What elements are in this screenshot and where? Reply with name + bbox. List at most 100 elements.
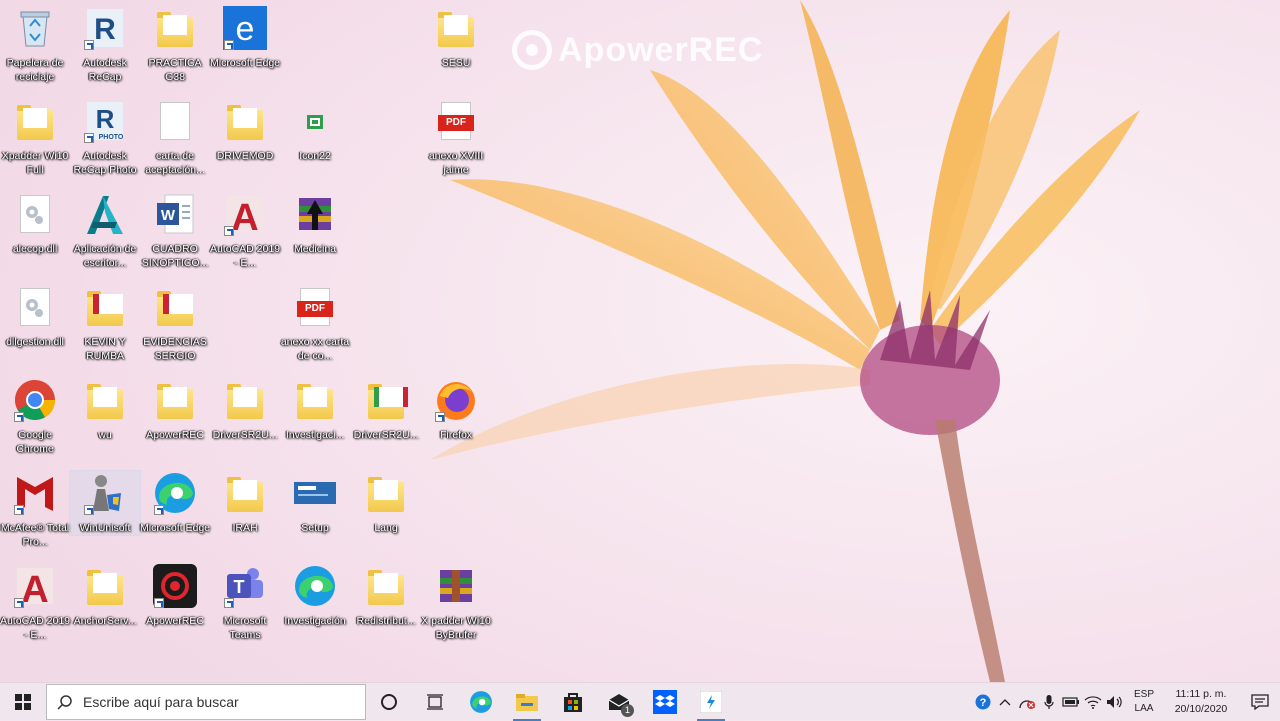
document-icon	[153, 99, 197, 143]
language-code: ESP	[1133, 688, 1154, 700]
desktop-icon-investigaci[interactable]: Investigaci...	[280, 378, 350, 442]
desktop-icon-microsoft-edge[interactable]: Microsoft Edge	[140, 471, 210, 535]
svg-text:T: T	[234, 577, 245, 597]
file-explorer-icon	[516, 693, 538, 711]
desktop-icon-autodesk-recap[interactable]: R Autodesk ReCap	[70, 6, 140, 84]
taskbar-store[interactable]	[550, 683, 596, 721]
windows-logo-icon	[15, 693, 31, 710]
desktop-icon-cuadro-sinoptico[interactable]: W CUADRO SINOPTICO...	[140, 192, 210, 270]
taskbar-search-box[interactable]: Escribe aquí para buscar	[46, 683, 366, 720]
app-icon	[700, 690, 722, 713]
shortcut-arrow-icon	[224, 598, 234, 608]
battery-icon[interactable]	[1060, 683, 1082, 721]
desktop-icon-x-padder-bybrufer[interactable]: X padder Wi10 ByBrufer	[421, 564, 491, 642]
mcafee-icon	[13, 471, 57, 515]
desktop-icon-driversr2u-1[interactable]: DriverSR2U...	[210, 378, 280, 442]
teams-icon: T	[223, 564, 267, 608]
desktop-icon-sesu[interactable]: SESU	[421, 6, 491, 70]
desktop-icon-evidencias-sergio[interactable]: EVIDENCIAS SERGIO	[140, 285, 210, 363]
taskbar-dropbox[interactable]	[642, 683, 688, 721]
clock-date: 20/10/2020	[1174, 702, 1228, 715]
desktop-icon-recycle-bin[interactable]: Papelera de reciclaje	[0, 6, 70, 84]
shortcut-arrow-icon	[154, 598, 164, 608]
chevron-up-icon[interactable]	[994, 683, 1016, 721]
app-icon	[293, 99, 337, 143]
desktop-icon-drivemod[interactable]: DRIVEMOD	[210, 99, 280, 163]
desktop-icon-autodesk-recap-photo[interactable]: R PHOTO Autodesk ReCap Photo	[70, 99, 140, 177]
network-warning-icon[interactable]	[1016, 683, 1038, 721]
desktop-icon-practica-g38[interactable]: PRACTICA G38	[140, 6, 210, 84]
desktop-icon-autocad-2019-1[interactable]: A AutoCAD 2019 - E...	[210, 192, 280, 270]
volume-icon[interactable]	[1104, 683, 1126, 721]
folder-icon	[223, 471, 267, 515]
cortana-button[interactable]	[366, 683, 412, 721]
svg-text:e: e	[236, 10, 255, 48]
action-center-icon[interactable]	[1240, 683, 1280, 721]
shortcut-arrow-icon	[224, 40, 234, 50]
desktop-icon-wu[interactable]: wu	[70, 378, 140, 442]
desktop-icon-google-chrome[interactable]: Google Chrome	[0, 378, 70, 456]
start-button[interactable]	[0, 683, 46, 721]
desktop-icon-mcafee[interactable]: McAfee® Total Pro...	[0, 471, 70, 549]
taskbar-file-explorer[interactable]	[504, 683, 550, 721]
svg-text:R: R	[96, 104, 115, 134]
desktop-icon-irah[interactable]: IRAH	[210, 471, 280, 535]
cortana-icon	[381, 693, 397, 710]
desktop-icon-anchorserv[interactable]: AnchorServ...	[70, 564, 140, 628]
desktop-icon-medicina[interactable]: Medicina	[280, 192, 350, 256]
microphone-icon[interactable]	[1038, 683, 1060, 721]
desktop-icon-apowerrec-app[interactable]: ApowerREC	[140, 564, 210, 628]
input-language-indicator[interactable]: ESP LAA	[1126, 688, 1162, 716]
desktop-icon-driversr2u-2[interactable]: DriverSR2U...	[351, 378, 421, 442]
recap-photo-icon: R PHOTO	[83, 99, 127, 143]
svg-text:W: W	[161, 207, 176, 224]
autodesk-recap-icon: R	[83, 6, 127, 50]
search-placeholder: Escribe aquí para buscar	[83, 693, 239, 710]
desktop-icon-investigacion[interactable]: Investigación	[280, 564, 350, 628]
desktop-icon-kevin-y-rumba[interactable]: KEVIN Y RUMBA	[70, 285, 140, 363]
desktop-icon-carta-de-aceptacion[interactable]: carta de aceptación...	[140, 99, 210, 177]
folder-icon	[13, 99, 57, 143]
recycle-bin-icon	[13, 6, 57, 50]
edge-icon	[470, 690, 492, 713]
firefox-icon	[434, 378, 478, 422]
store-icon	[564, 692, 582, 712]
desktop-icon-anexo-xviii-jaime[interactable]: PDF anexo XVIII jaime	[421, 99, 491, 177]
svg-text:R: R	[94, 13, 116, 46]
edge-icon	[153, 471, 197, 515]
desktop-icon-xpadder-wi10-full[interactable]: Xpadder Wi10 Full	[0, 99, 70, 177]
wifi-icon[interactable]	[1082, 683, 1104, 721]
desktop-icon-lang[interactable]: Lang	[351, 471, 421, 535]
desktop-icon-dllgestion-dll[interactable]: dllgestion.dll	[0, 285, 70, 349]
desktop-icon-autocad-2019-2[interactable]: A AutoCAD 2019 - E...	[0, 564, 70, 642]
dll-icon	[13, 192, 57, 236]
mail-badge: 1	[621, 703, 634, 717]
desktop-icon-icon22[interactable]: Icon22	[280, 99, 350, 163]
desktop-icon-redistribut[interactable]: Redistribut...	[351, 564, 421, 628]
desktop-icon-microsoft-edge-legacy[interactable]: e Microsoft Edge	[210, 6, 280, 70]
desktop-icon-firefox[interactable]: Firefox	[421, 378, 491, 442]
taskbar-mail[interactable]: 1	[596, 683, 642, 721]
desktop-icon-anexo-xx-carta[interactable]: PDF anexo xx carta de co...	[280, 285, 350, 363]
taskbar-app[interactable]	[688, 683, 734, 721]
pdf-icon: PDF	[293, 285, 337, 329]
autodesk-app-icon	[83, 192, 127, 236]
desktop-icon-setup[interactable]: Setup	[280, 471, 350, 535]
svg-text:PHOTO: PHOTO	[99, 134, 124, 141]
clock[interactable]: 11:11 p. m. 20/10/2020	[1162, 687, 1240, 717]
dropbox-icon	[653, 689, 677, 714]
folder-icon	[364, 564, 408, 608]
keyboard-layout: LAA	[1134, 702, 1154, 714]
record-icon	[512, 30, 552, 70]
desktop-icon-alecop-dll[interactable]: alecop.dll	[0, 192, 70, 256]
help-icon[interactable]: ?	[972, 683, 994, 721]
folder-icon	[223, 99, 267, 143]
desktop-icon-aplicacion-de-escritorio[interactable]: Aplicación de escritor...	[70, 192, 140, 270]
desktop-icon-apowerrec-folder[interactable]: ApowerREC	[140, 378, 210, 442]
desktop-icon-winunisoft[interactable]: WinUnisoft	[69, 470, 141, 536]
task-view-button[interactable]	[412, 683, 458, 721]
folder-icon	[434, 6, 478, 50]
folder-icon	[83, 564, 127, 608]
taskbar-edge[interactable]	[458, 683, 504, 721]
desktop-icon-microsoft-teams[interactable]: T Microsoft Teams	[210, 564, 280, 642]
